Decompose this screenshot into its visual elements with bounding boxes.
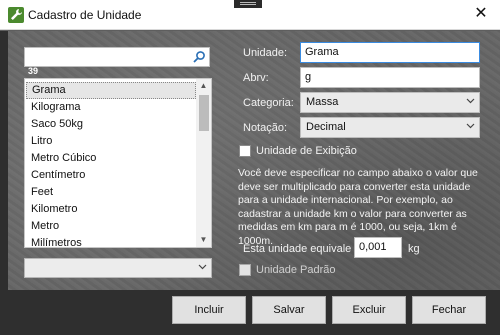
info-text: Você deve especificar no campo abaixo o … bbox=[238, 167, 478, 247]
list-item[interactable]: Saco 50kg bbox=[26, 116, 196, 133]
list-item[interactable]: Metro Cúbico bbox=[26, 150, 196, 167]
abrv-value: g bbox=[305, 71, 312, 83]
title-bar: Cadastro de Unidade ✕ bbox=[0, 0, 500, 30]
list-item[interactable]: Litro bbox=[26, 133, 196, 150]
equivale-unit: kg bbox=[408, 243, 420, 255]
item-count: 39 bbox=[28, 66, 39, 76]
window-title: Cadastro de Unidade bbox=[28, 8, 142, 22]
abrv-field[interactable]: g bbox=[300, 67, 480, 88]
exibicao-checkbox[interactable] bbox=[239, 145, 251, 157]
equivale-value: 0,001 bbox=[359, 241, 387, 253]
incluir-button[interactable]: Incluir bbox=[172, 296, 246, 324]
list-item[interactable]: Kilograma bbox=[26, 99, 196, 116]
notacao-label: Notação: bbox=[243, 122, 288, 134]
filter-dropdown[interactable] bbox=[24, 258, 212, 278]
categoria-select[interactable]: Massa bbox=[300, 92, 480, 113]
categoria-value: Massa bbox=[306, 96, 339, 108]
list-item[interactable]: Grama bbox=[26, 82, 196, 99]
padrao-label[interactable]: Unidade Padrão bbox=[256, 264, 336, 276]
excluir-button[interactable]: Excluir bbox=[332, 296, 406, 324]
close-button[interactable]: ✕ bbox=[468, 2, 494, 26]
list-scrollbar[interactable]: ▲ ▼ bbox=[196, 79, 211, 247]
categoria-label: Categoria: bbox=[243, 97, 294, 109]
unidade-value: Grama bbox=[305, 46, 339, 58]
list-item[interactable]: Metro bbox=[26, 218, 196, 235]
chevron-down-icon bbox=[198, 264, 207, 270]
list-item[interactable]: Kilometro bbox=[26, 201, 196, 218]
padrao-checkbox[interactable] bbox=[239, 264, 251, 276]
drag-grip[interactable] bbox=[234, 0, 262, 8]
list-item[interactable]: Milímetros bbox=[26, 235, 196, 247]
list-item[interactable]: Feet bbox=[26, 184, 196, 201]
salvar-button[interactable]: Salvar bbox=[252, 296, 326, 324]
chevron-down-icon bbox=[466, 98, 475, 104]
notacao-value: Decimal bbox=[306, 121, 346, 133]
list-item[interactable]: Centímetro bbox=[26, 167, 196, 184]
equivale-label: Esta unidade equivale a bbox=[243, 243, 361, 255]
exibicao-label[interactable]: Unidade de Exibição bbox=[256, 145, 357, 157]
scroll-thumb[interactable] bbox=[199, 95, 209, 131]
fechar-button[interactable]: Fechar bbox=[412, 296, 486, 324]
scroll-up-icon[interactable]: ▲ bbox=[196, 79, 211, 93]
unit-list[interactable]: Grama Kilograma Saco 50kg Litro Metro Cú… bbox=[24, 78, 212, 248]
unidade-label: Unidade: bbox=[243, 47, 288, 59]
abrv-label: Abrv: bbox=[243, 72, 269, 84]
unidade-field[interactable]: Grama bbox=[300, 42, 480, 63]
wrench-icon bbox=[8, 7, 24, 23]
search-icon[interactable] bbox=[192, 50, 206, 64]
search-field[interactable] bbox=[24, 47, 210, 67]
notacao-select[interactable]: Decimal bbox=[300, 117, 480, 138]
scroll-down-icon[interactable]: ▼ bbox=[196, 233, 211, 247]
chevron-down-icon bbox=[466, 123, 475, 129]
search-input[interactable] bbox=[28, 50, 188, 64]
equivale-field[interactable]: 0,001 bbox=[354, 237, 402, 258]
